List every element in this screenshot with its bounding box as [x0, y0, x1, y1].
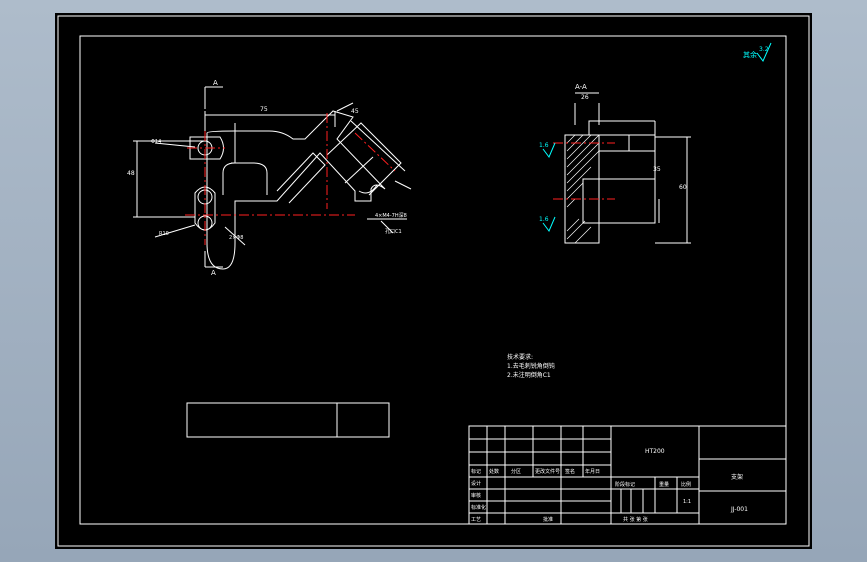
svg-text:60: 60	[679, 184, 687, 191]
tb-zone: 分区	[511, 468, 521, 475]
view-arrow-bottom: A	[211, 269, 216, 277]
tb-stage: 阶段标记	[615, 481, 635, 488]
notes-line-1: 1.去毛刺锐角倒钝	[507, 362, 555, 370]
tb-material: HT200	[645, 448, 665, 455]
tb-date: 年月日	[585, 468, 600, 475]
svg-text:75: 75	[260, 106, 268, 113]
tb-sign: 签名	[565, 468, 575, 475]
front-view: 75 45 48 4×M4-7H深8 孔口C1 Φ14 R10 2×Φ8	[127, 86, 412, 270]
section-label: A-A	[575, 83, 587, 91]
tb-standard: 标准化	[471, 504, 486, 511]
svg-text:26: 26	[581, 94, 589, 101]
surface-value-2: 1.6	[539, 216, 549, 223]
code-box	[186, 402, 390, 438]
tb-count: 处数	[489, 468, 499, 475]
outer-border	[57, 15, 810, 547]
svg-text:Φ14: Φ14	[151, 139, 161, 145]
tb-change-doc: 更改文件号	[535, 468, 560, 475]
svg-text:R10: R10	[159, 231, 169, 237]
view-arrow-top: A	[213, 79, 218, 87]
tb-design: 设计	[471, 480, 481, 487]
tb-process: 工艺	[471, 517, 481, 523]
roughness-symbol: 其余 3.2	[743, 42, 772, 62]
drawing-sheet: 其余 3.2 75 45 48 4×M4-7H深8 孔口C1 Φ14 R10 2…	[55, 13, 812, 549]
technical-notes: 技术要求: 1.去毛刺锐角倒钝 2.未注明倒角C1	[507, 353, 555, 379]
tb-name: 支架	[731, 473, 743, 481]
tb-code: JJ-001	[730, 506, 748, 513]
svg-text:4×M4-7H深8: 4×M4-7H深8	[375, 212, 407, 219]
tb-sheets: 共 张 第 张	[623, 516, 648, 523]
tb-review: 审核	[471, 492, 481, 499]
tb-scale-value: 1:1	[683, 499, 691, 505]
roughness-label: 其余	[743, 50, 757, 59]
tb-mark: 标记	[471, 468, 481, 475]
svg-text:2×Φ8: 2×Φ8	[229, 235, 244, 241]
tb-scale: 比例	[681, 481, 691, 488]
svg-text:45: 45	[351, 108, 359, 115]
inner-border	[79, 35, 787, 525]
roughness-value: 3.2	[759, 46, 769, 53]
svg-text:孔口C1: 孔口C1	[385, 228, 402, 235]
section-view: 26 35 60	[564, 92, 691, 244]
notes-title: 技术要求:	[507, 353, 533, 361]
surface-value-1: 1.6	[539, 142, 549, 149]
cad-drawing: 其余 3.2 75 45 48 4×M4-7H深8 孔口C1 Φ14 R10 2…	[57, 15, 810, 547]
tb-weight: 重量	[659, 481, 669, 488]
notes-line-2: 2.未注明倒角C1	[507, 371, 551, 379]
tb-approve: 批准	[543, 516, 553, 523]
svg-text:35: 35	[653, 166, 661, 173]
svg-text:48: 48	[127, 170, 135, 177]
